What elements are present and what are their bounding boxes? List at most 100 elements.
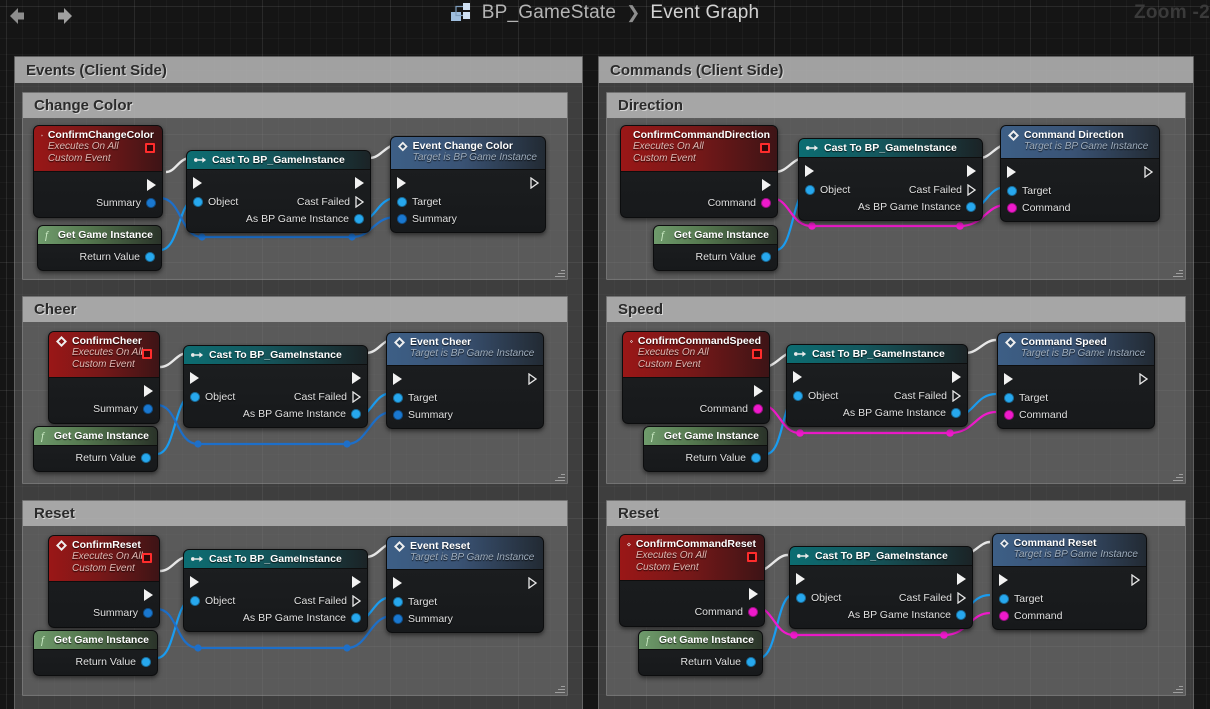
node-get-game-instance-3[interactable]: f Get Game Instance Return Value [33, 630, 158, 677]
as-bp-game-instance-out-pin[interactable] [956, 609, 967, 620]
resize-handle[interactable] [554, 683, 565, 694]
pin-row-object[interactable]: Object Cast Failed [787, 387, 967, 404]
pin-row-object[interactable]: Object Cast Failed [187, 193, 370, 210]
exec-out-pin[interactable] [528, 373, 537, 386]
as-bp-game-instance-out-pin[interactable] [351, 612, 362, 623]
pin-row-return-value[interactable]: Return Value [34, 449, 157, 466]
cast-failed-exec-pin[interactable] [352, 594, 361, 607]
exec-in-pin[interactable] [397, 177, 406, 190]
pin-row-summary[interactable]: Summary [387, 406, 543, 423]
pin-row-as-bp-game-instance[interactable]: As BP Game Instance [184, 405, 367, 422]
command-in-pin[interactable] [999, 610, 1009, 621]
node-confirm-command-reset[interactable]: ConfirmCommandReset Executes On All Cust… [619, 534, 765, 627]
resize-handle[interactable] [1172, 267, 1183, 278]
exec-out-pin[interactable] [952, 371, 961, 384]
pin-row-target[interactable]: Target [391, 193, 545, 210]
node-cast-to-bp-gameinstance-2[interactable]: Cast To BP_GameInstance Object Cast Fail… [183, 345, 368, 429]
resize-handle[interactable] [554, 267, 565, 278]
object-in-pin[interactable] [796, 592, 806, 603]
pin-row-exec-out[interactable] [621, 175, 777, 195]
cast-failed-exec-pin[interactable] [352, 390, 361, 403]
node-get-game-instance-1[interactable]: f Get Game Instance Return Value [37, 225, 162, 272]
node-cast-to-bp-gameinstance-5[interactable]: Cast To BP_GameInstance Object Cast Fail… [786, 344, 968, 428]
pin-row-exec[interactable] [184, 572, 367, 592]
target-in-pin[interactable] [393, 392, 403, 403]
node-command-reset[interactable]: Command Reset Target is BP Game Instance… [992, 533, 1147, 631]
exec-in-pin[interactable] [190, 576, 199, 589]
node-get-game-instance-6[interactable]: f Get Game Instance Return Value [638, 630, 763, 677]
resize-handle[interactable] [1172, 471, 1183, 482]
as-bp-game-instance-out-pin[interactable] [966, 201, 977, 212]
pin-row-command[interactable]: Command [620, 604, 764, 621]
exec-out-pin[interactable] [749, 587, 758, 600]
resize-handle[interactable] [554, 471, 565, 482]
target-in-pin[interactable] [1004, 392, 1014, 403]
pin-row-exec[interactable] [187, 173, 370, 193]
pin-row-return-value[interactable]: Return Value [654, 248, 777, 265]
exec-out-pin[interactable] [957, 573, 966, 586]
pin-row-exec[interactable] [387, 573, 543, 593]
node-get-game-instance-4[interactable]: f Get Game Instance Return Value [653, 225, 778, 272]
node-cast-to-bp-gameinstance-6[interactable]: Cast To BP_GameInstance Object Cast Fail… [789, 546, 973, 630]
exec-in-pin[interactable] [1007, 166, 1016, 179]
node-event-change-color[interactable]: Event Change Color Target is BP Game Ins… [390, 136, 546, 234]
exec-out-pin[interactable] [144, 588, 153, 601]
pin-row-exec[interactable] [799, 161, 982, 181]
exec-in-pin[interactable] [393, 577, 402, 590]
exec-out-pin[interactable] [530, 177, 539, 190]
pin-row-exec[interactable] [1001, 162, 1159, 182]
pin-row-exec[interactable] [993, 570, 1146, 590]
exec-out-pin[interactable] [528, 577, 537, 590]
as-bp-game-instance-out-pin[interactable] [951, 407, 962, 418]
object-in-pin[interactable] [793, 390, 803, 401]
exec-in-pin[interactable] [193, 177, 202, 190]
pin-row-command[interactable]: Command [993, 607, 1146, 624]
pin-row-as-bp-game-instance[interactable]: As BP Game Instance [787, 404, 967, 421]
exec-in-pin[interactable] [190, 372, 199, 385]
object-in-pin[interactable] [805, 184, 815, 195]
summary-out-pin[interactable] [146, 198, 156, 209]
pin-row-exec[interactable] [184, 368, 367, 388]
cast-failed-exec-pin[interactable] [967, 183, 976, 196]
exec-out-pin[interactable] [352, 372, 361, 385]
summary-in-pin[interactable] [393, 613, 403, 624]
node-confirm-cheer[interactable]: ConfirmCheer Executes On All Custom Even… [48, 331, 160, 424]
cast-failed-exec-pin[interactable] [952, 389, 961, 402]
exec-out-pin[interactable] [355, 177, 364, 190]
exec-in-pin[interactable] [999, 574, 1008, 587]
pin-row-as-bp-game-instance[interactable]: As BP Game Instance [187, 210, 370, 227]
exec-in-pin[interactable] [1004, 373, 1013, 386]
pin-row-exec-out[interactable] [49, 585, 159, 605]
pin-row-summary[interactable]: Summary [34, 195, 162, 212]
object-in-pin[interactable] [190, 595, 200, 606]
exec-in-pin[interactable] [793, 371, 802, 384]
summary-out-pin[interactable] [143, 404, 153, 415]
resize-handle[interactable] [1172, 683, 1183, 694]
object-in-pin[interactable] [190, 391, 200, 402]
summary-out-pin[interactable] [143, 608, 153, 619]
pin-row-exec[interactable] [790, 569, 972, 589]
command-in-pin[interactable] [1004, 409, 1014, 420]
target-in-pin[interactable] [999, 593, 1009, 604]
exec-out-pin[interactable] [762, 178, 771, 191]
node-event-reset[interactable]: Event Reset Target is BP Game Instance T… [386, 536, 544, 634]
exec-out-pin[interactable] [352, 576, 361, 589]
exec-out-pin[interactable] [1131, 574, 1140, 587]
node-get-game-instance-5[interactable]: f Get Game Instance Return Value [643, 426, 768, 473]
pin-row-exec-out[interactable] [49, 381, 159, 401]
exec-in-pin[interactable] [796, 573, 805, 586]
pin-row-return-value[interactable]: Return Value [639, 653, 762, 670]
node-cast-to-bp-gameinstance-3[interactable]: Cast To BP_GameInstance Object Cast Fail… [183, 549, 368, 633]
node-confirm-change-color[interactable]: ConfirmChangeColor Executes On All Custo… [33, 125, 163, 218]
pin-row-target[interactable]: Target [1001, 182, 1159, 199]
exec-out-pin[interactable] [754, 384, 763, 397]
pin-row-return-value[interactable]: Return Value [38, 248, 161, 265]
return-value-out-pin[interactable] [145, 251, 156, 262]
pin-row-target[interactable]: Target [387, 593, 543, 610]
pin-row-exec[interactable] [998, 369, 1154, 389]
pin-row-target[interactable]: Target [387, 389, 543, 406]
node-cast-to-bp-gameinstance-1[interactable]: Cast To BP_GameInstance Object Cast Fail… [186, 150, 371, 234]
node-event-cheer[interactable]: Event Cheer Target is BP Game Instance T… [386, 332, 544, 430]
pin-row-object[interactable]: Object Cast Failed [184, 592, 367, 609]
node-command-direction[interactable]: Command Direction Target is BP Game Inst… [1000, 125, 1160, 223]
